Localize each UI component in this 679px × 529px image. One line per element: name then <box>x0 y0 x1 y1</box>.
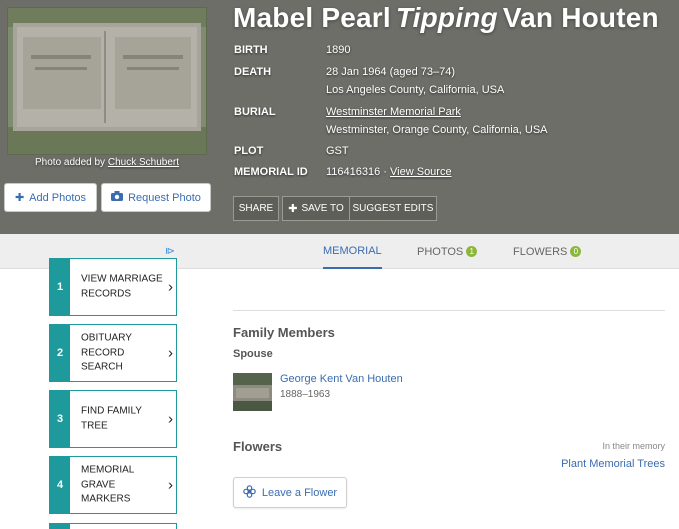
ad-label: FIND FAMILY TREE <box>81 405 142 432</box>
memorial-id-row: 116416316 · View Source <box>326 166 452 178</box>
photo-author-link[interactable]: Chuck Schubert <box>108 157 179 168</box>
tab-memorial[interactable]: MEMORIAL <box>323 234 382 269</box>
birth-value: 1890 <box>326 44 351 56</box>
section-divider <box>233 310 665 311</box>
camera-icon <box>111 191 124 204</box>
share-label: SHARE <box>238 203 274 214</box>
burial-label: BURIAL <box>234 106 276 118</box>
chevron-right-icon: › <box>168 476 173 494</box>
memorial-id-value: 116416316 · <box>326 166 387 178</box>
ad-label: VIEW MARRIAGE RECORDS <box>81 273 163 300</box>
photos-count-badge: 1 <box>466 246 478 257</box>
ad-number: 2 <box>50 325 70 381</box>
ad-number: 1 <box>50 259 70 315</box>
spouse-thumbnail[interactable] <box>233 373 272 411</box>
cemetery-link[interactable]: Westminster Memorial Park <box>326 106 461 118</box>
ad-item[interactable]: 2 OBITUARY RECORD SEARCH › <box>49 324 177 382</box>
tab-photos[interactable]: PHOTOS 1 <box>417 234 478 269</box>
chevron-right-icon: › <box>168 278 173 296</box>
photo-caption: Photo added by Chuck Schubert <box>7 157 207 168</box>
add-photos-label: Add Photos <box>29 191 87 204</box>
chevron-right-icon: › <box>168 344 173 362</box>
plus-circle-icon: ✚ <box>288 203 298 215</box>
leave-a-flower-button[interactable]: Leave a Flower <box>233 477 347 508</box>
suggest-edits-button[interactable]: SUGGEST EDITS <box>349 196 437 221</box>
flower-icon <box>243 484 256 501</box>
death-place: Los Angeles County, California, USA <box>326 84 505 96</box>
memorial-header: Photo added by Chuck Schubert ✚ Add Phot… <box>0 0 679 234</box>
spouse-dates: 1888–1963 <box>280 389 331 400</box>
spouse-label: Spouse <box>233 348 273 360</box>
in-their-memory-text: In their memory <box>602 441 665 451</box>
grave-marker-image <box>7 7 207 155</box>
tab-photos-label: PHOTOS <box>417 245 464 258</box>
ad-item-partial[interactable] <box>49 523 177 529</box>
ad-panel: ⧐ 1 VIEW MARRIAGE RECORDS › 2 OBITUARY R… <box>49 246 177 529</box>
plus-circle-icon: ✚ <box>14 192 25 204</box>
memorial-id-label: MEMORIAL ID <box>234 166 308 178</box>
plant-memorial-trees-link[interactable]: Plant Memorial Trees <box>561 458 665 470</box>
death-value: 28 Jan 1964 (aged 73–74) <box>326 66 456 78</box>
ad-number: 3 <box>50 391 70 447</box>
share-button[interactable]: SHARE <box>233 196 279 221</box>
ad-label: MEMORIAL GRAVE MARKERS <box>81 464 134 505</box>
photo-caption-prefix: Photo added by <box>35 157 106 168</box>
save-to-button[interactable]: ✚ SAVE TO <box>282 196 350 221</box>
tab-memorial-label: MEMORIAL <box>323 244 382 257</box>
save-to-label: SAVE TO <box>301 203 344 214</box>
first-name: Mabel Pearl <box>233 2 391 33</box>
ad-label: OBITUARY RECORD SEARCH <box>81 332 132 373</box>
ad-item[interactable]: 4 MEMORIAL GRAVE MARKERS › <box>49 456 177 514</box>
ad-choices-icon[interactable]: ⧐ <box>165 246 175 257</box>
plot-label: PLOT <box>234 145 264 157</box>
plot-value: GST <box>326 145 349 157</box>
request-photo-button[interactable]: Request Photo <box>101 183 211 212</box>
chevron-right-icon: › <box>168 410 173 428</box>
tab-flowers[interactable]: FLOWERS 0 <box>513 234 582 269</box>
flowers-count-badge: 0 <box>570 246 582 257</box>
suggest-edits-label: SUGGEST EDITS <box>352 203 434 214</box>
family-members-heading: Family Members <box>233 325 335 340</box>
burial-place: Westminster, Orange County, California, … <box>326 124 548 136</box>
request-photo-label: Request Photo <box>128 191 201 204</box>
memorial-name: Mabel Pearl Tipping Van Houten <box>233 2 659 34</box>
ad-number: 4 <box>50 457 70 513</box>
spouse-grave-image <box>233 373 272 411</box>
spouse-name-link[interactable]: George Kent Van Houten <box>280 373 403 385</box>
tab-flowers-label: FLOWERS <box>513 245 568 258</box>
maiden-name: Tipping <box>395 2 498 33</box>
death-label: DEATH <box>234 66 272 78</box>
grave-photo[interactable] <box>7 7 207 155</box>
flowers-heading: Flowers <box>233 439 283 454</box>
ad-item[interactable]: 3 FIND FAMILY TREE › <box>49 390 177 448</box>
add-photos-button[interactable]: ✚ Add Photos <box>4 183 97 212</box>
ad-number <box>50 524 70 529</box>
view-source-link[interactable]: View Source <box>390 166 452 178</box>
ad-item[interactable]: 1 VIEW MARRIAGE RECORDS › <box>49 258 177 316</box>
last-name: Van Houten <box>502 2 659 33</box>
birth-label: BIRTH <box>234 44 268 56</box>
leave-a-flower-label: Leave a Flower <box>261 486 338 499</box>
